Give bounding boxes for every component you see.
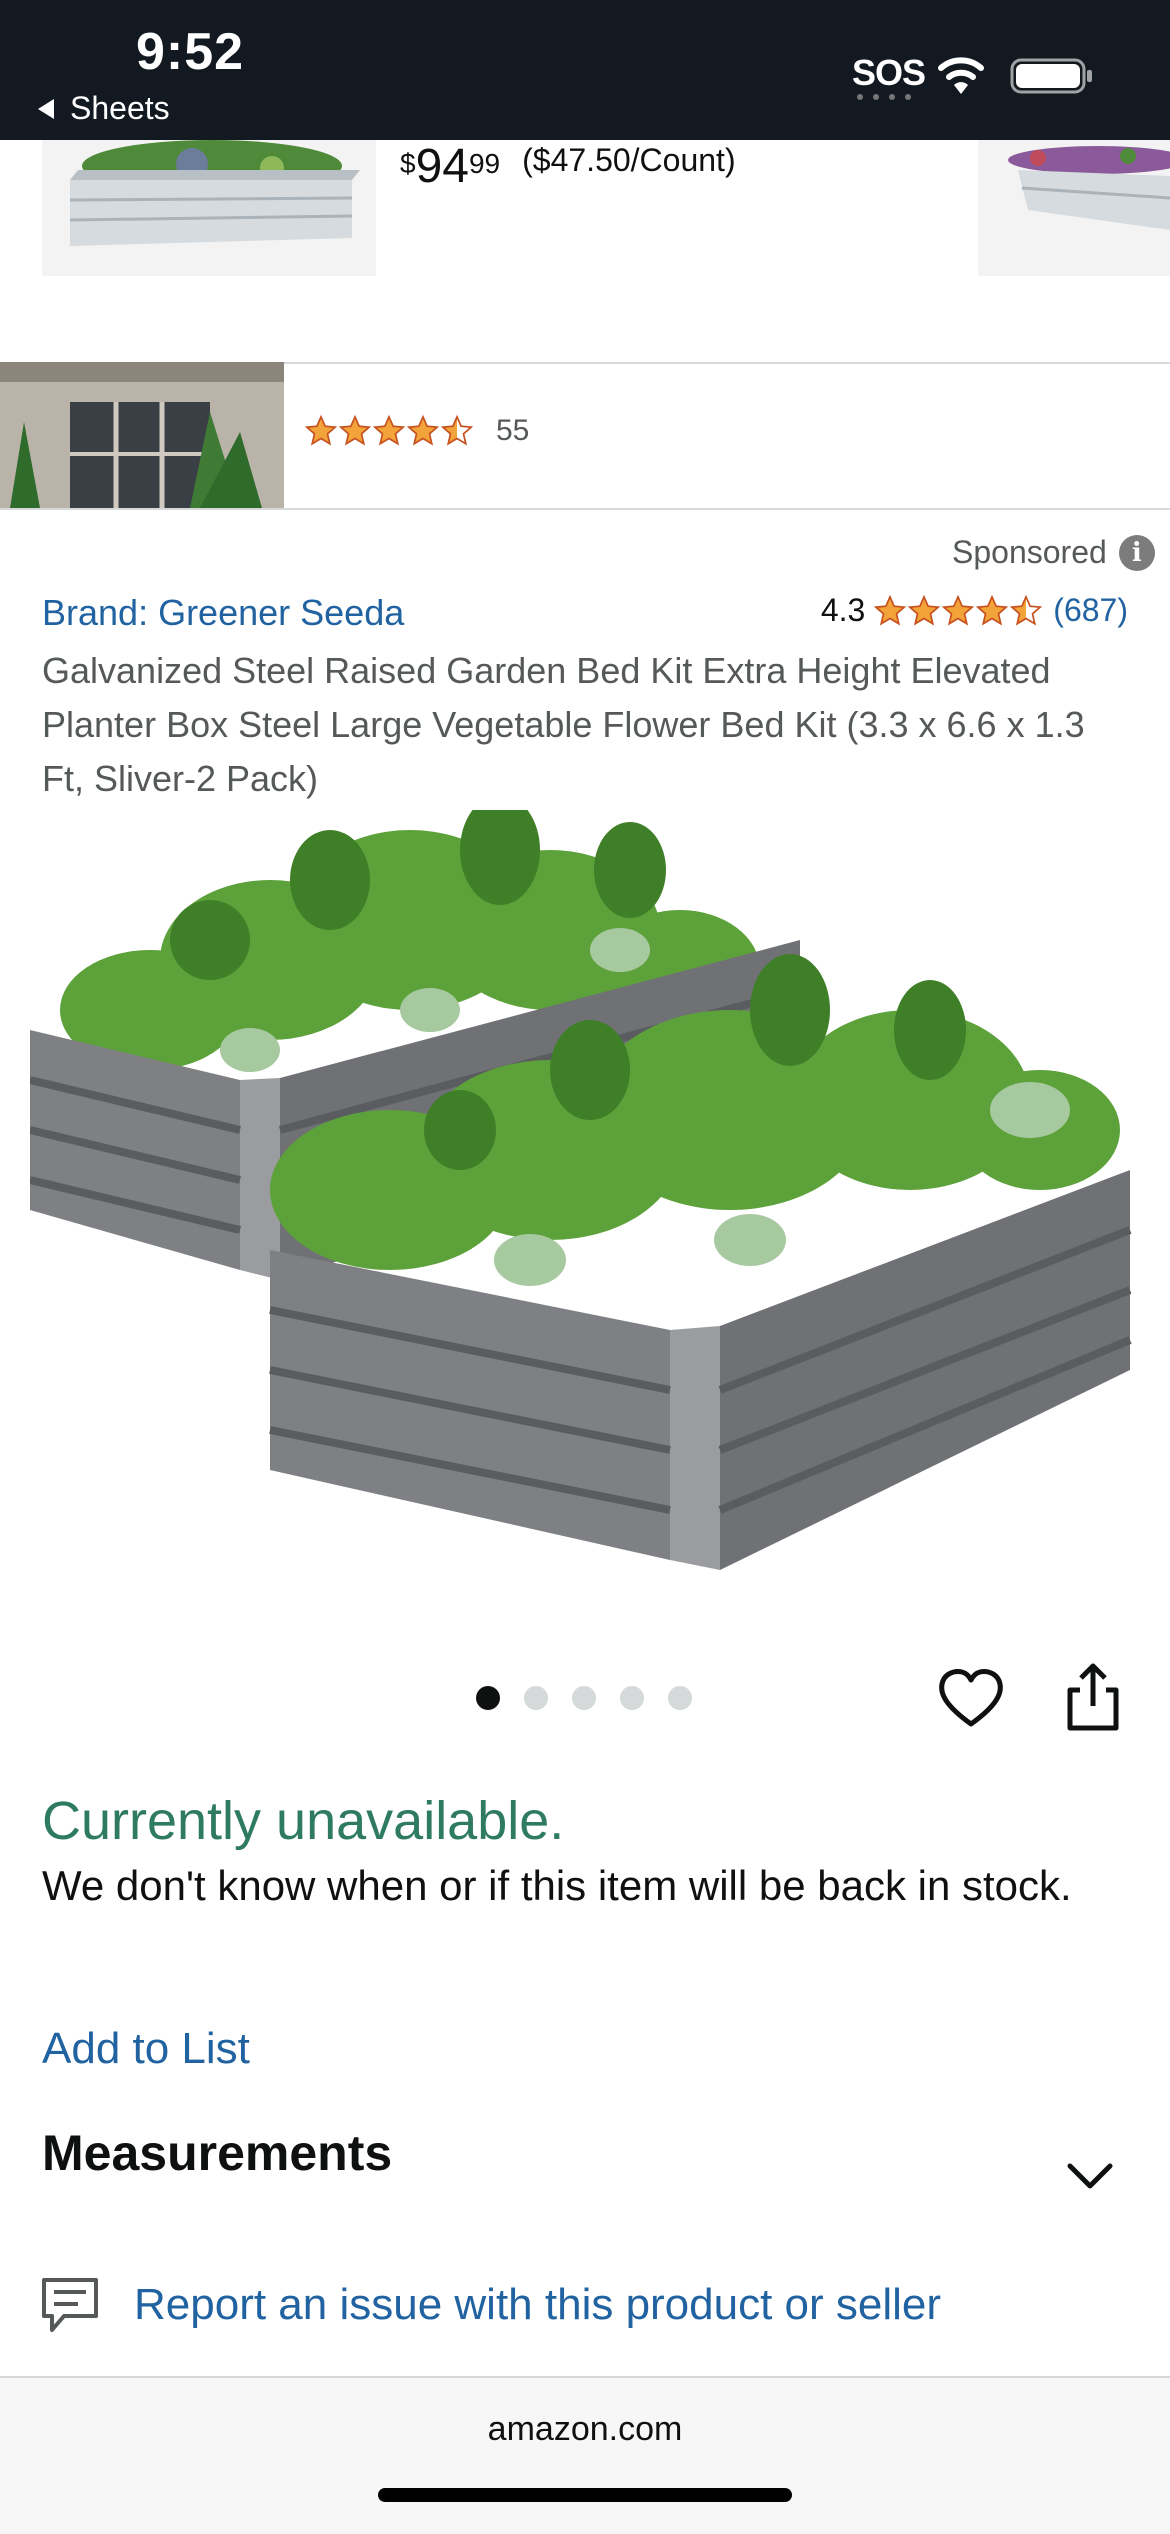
availability-message: We don't know when or if this item will … — [42, 1862, 1072, 1909]
availability-status: Currently unavailable. — [42, 1791, 565, 1851]
back-label: Sheets — [70, 90, 170, 126]
price-whole: 94 — [415, 140, 469, 193]
star-icon — [440, 414, 474, 446]
chevron-down-icon[interactable] — [1064, 2150, 1116, 2202]
share-icon[interactable] — [1058, 1660, 1128, 1734]
browser-domain[interactable]: amazon.com — [0, 2410, 1170, 2449]
info-icon[interactable]: i — [1118, 534, 1155, 571]
price-symbol: $ — [400, 148, 416, 179]
product-title[interactable]: Galvanized Steel Raised Garden Bed Kit E… — [42, 644, 1132, 806]
image-pager-dots[interactable] — [476, 1686, 692, 1710]
star-icon — [942, 594, 975, 625]
raised-bed-thumbnail-right — [978, 140, 1170, 276]
home-indicator[interactable] — [378, 2488, 792, 2502]
signal-dots-icon — [857, 94, 911, 100]
carousel-product-image-right[interactable] — [978, 140, 1170, 276]
star-icon — [372, 414, 406, 446]
pager-dot[interactable] — [620, 1686, 644, 1710]
rating-count[interactable]: (687) — [1053, 592, 1128, 629]
star-icon — [874, 594, 907, 625]
product-main-image[interactable] — [29, 795, 1140, 1570]
rating-stars — [873, 594, 1043, 628]
report-issue-link[interactable]: Report an issue with this product or sel… — [134, 2280, 941, 2330]
star-icon — [304, 414, 338, 446]
heart-icon[interactable] — [936, 1664, 1006, 1734]
carrier-label: SOS — [852, 52, 926, 93]
star-icon — [338, 414, 372, 446]
star-icon — [406, 414, 440, 446]
pager-dot[interactable] — [476, 1686, 500, 1710]
raised-bed-thumbnail-left — [42, 140, 376, 276]
clock-time: 9:52 — [136, 23, 245, 81]
report-icon[interactable] — [40, 2276, 100, 2334]
battery-icon — [1010, 58, 1092, 94]
review-star-rating — [304, 414, 474, 448]
review-count[interactable]: 55 — [496, 414, 529, 448]
unit-price: ($47.50/Count) — [522, 142, 736, 178]
add-to-list-link[interactable]: Add to List — [42, 2024, 250, 2074]
room-with-plants-image — [0, 362, 284, 508]
star-icon — [908, 594, 941, 625]
star-icon — [976, 594, 1009, 625]
sponsored-label[interactable]: Sponsored i — [952, 534, 1155, 571]
pager-dot[interactable] — [668, 1686, 692, 1710]
review-thumbnail-image[interactable] — [0, 362, 284, 508]
price-fraction: 99 — [468, 148, 501, 179]
measurements-section-header[interactable]: Measurements — [42, 2124, 392, 2182]
sponsored-text: Sponsored — [952, 534, 1107, 570]
back-triangle-icon — [38, 98, 54, 119]
back-to-sheets-button[interactable]: Sheets — [38, 90, 170, 127]
carousel-product-image-left[interactable] — [42, 140, 376, 276]
carousel-price[interactable]: $ 94 99 ($47.50/Count) — [400, 140, 736, 194]
rating-value: 4.3 — [820, 592, 866, 628]
star-icon — [1010, 594, 1043, 625]
raised-garden-beds-image — [29, 795, 1132, 1570]
pager-dot[interactable] — [524, 1686, 548, 1710]
pager-dot[interactable] — [572, 1686, 596, 1710]
browser-bottom-bar — [0, 2376, 1170, 2534]
brand-link[interactable]: Brand: Greener Seeda — [42, 592, 404, 634]
wifi-icon — [938, 57, 984, 94]
product-rating[interactable]: 4.3 (687) — [821, 592, 1128, 629]
